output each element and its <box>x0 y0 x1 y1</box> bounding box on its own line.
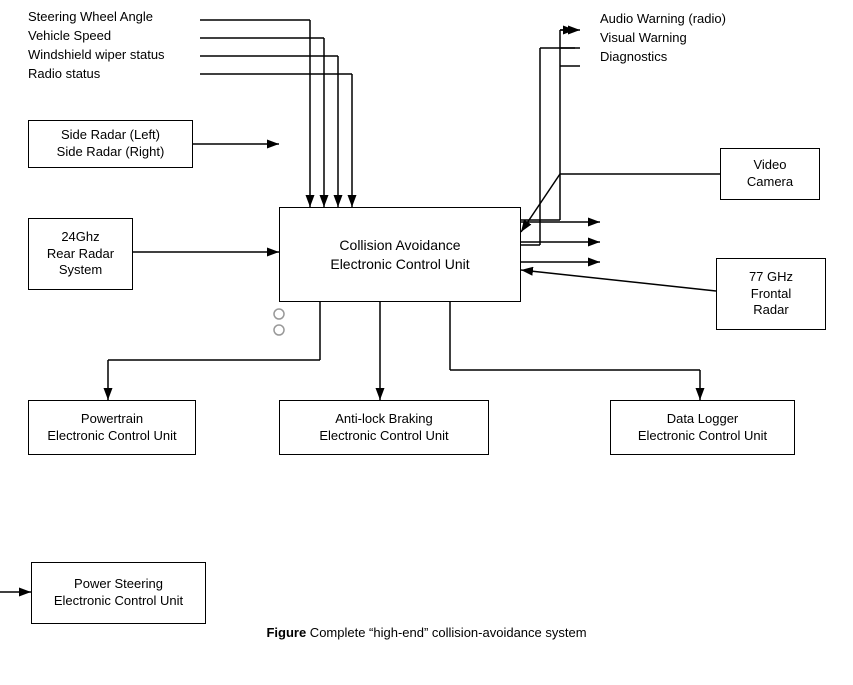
diagram-container: Steering Wheel Angle Vehicle Speed Winds… <box>0 0 853 650</box>
data-logger-box: Data LoggerElectronic Control Unit <box>610 400 795 455</box>
rear-radar-box: 24GhzRear RadarSystem <box>28 218 133 290</box>
power-steering-box: Power SteeringElectronic Control Unit <box>31 562 206 624</box>
video-camera-box: VideoCamera <box>720 148 820 200</box>
powertrain-box: PowertrainElectronic Control Unit <box>28 400 196 455</box>
collision-avoidance-box: Collision AvoidanceElectronic Control Un… <box>279 207 521 302</box>
side-radar-box: Side Radar (Left)Side Radar (Right) <box>28 120 193 168</box>
figure-caption: Figure Complete “high-end” collision-avo… <box>266 625 586 640</box>
input-labels-top: Steering Wheel Angle Vehicle Speed Winds… <box>28 8 165 83</box>
output-labels-top: Audio Warning (radio) Visual Warning Dia… <box>600 10 726 67</box>
antilock-box: Anti-lock BrakingElectronic Control Unit <box>279 400 489 455</box>
frontal-radar-box: 77 GHzFrontalRadar <box>716 258 826 330</box>
